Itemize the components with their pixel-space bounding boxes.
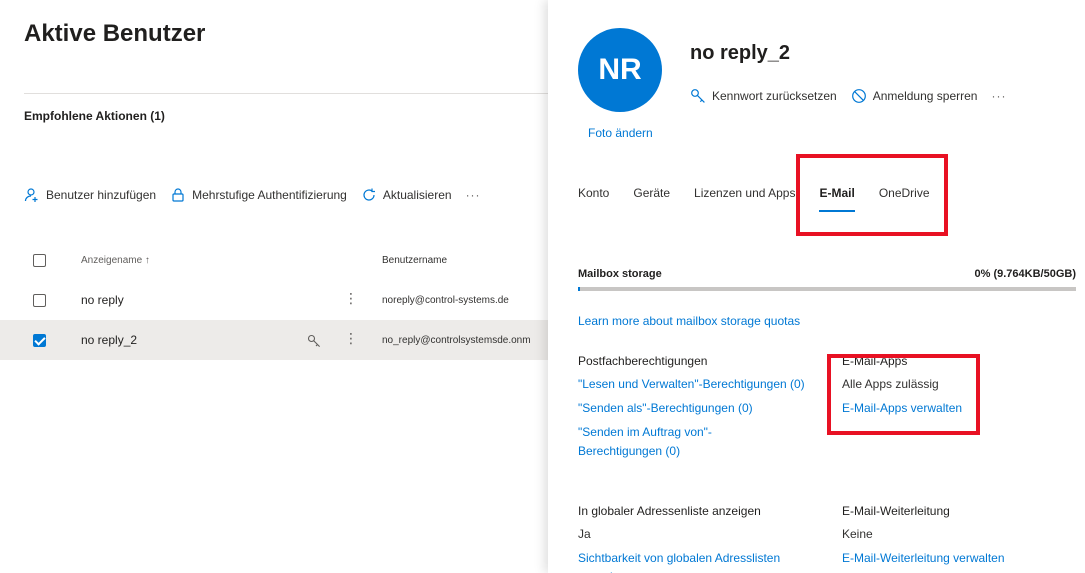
refresh-label: Aktualisieren [382, 188, 452, 202]
block-signin-label: Anmeldung sperren [872, 89, 978, 103]
gal-value: Ja [578, 527, 591, 541]
row-checkbox[interactable] [33, 293, 46, 307]
row-display-name[interactable]: no reply_2 [81, 333, 137, 347]
table-row[interactable]: no reply_2 ⋮ no_reply@controlsystemsde.o… [0, 320, 548, 360]
mailbox-permissions-section: Postfachberechtigungen "Lesen und Verwal… [578, 352, 818, 461]
mailbox-storage-label: Mailbox storage [578, 268, 662, 280]
divider [24, 93, 548, 94]
page-title: Aktive Benutzer [24, 20, 206, 47]
add-user-icon [24, 188, 38, 202]
learn-more-link[interactable]: Learn more about mailbox storage quotas [578, 314, 800, 328]
add-user-button[interactable]: Benutzer hinzufügen [24, 187, 156, 203]
manage-forwarding-link[interactable]: E-Mail-Weiterleitung verwalten [842, 549, 1062, 568]
change-photo-link[interactable]: Foto ändern [588, 126, 653, 140]
more-icon[interactable]: ··· [991, 89, 1006, 103]
mfa-label: Mehrstufige Authentifizierung [192, 188, 347, 202]
table-row[interactable]: no reply ⋮ noreply@control-systems.de [24, 280, 548, 320]
username-header[interactable]: Benutzername [382, 255, 447, 266]
key-icon[interactable] [307, 334, 321, 351]
forwarding-section: E-Mail-Weiterleitung Keine E-Mail-Weiter… [842, 502, 1062, 568]
mailbox-permissions-heading: Postfachberechtigungen [578, 354, 708, 368]
reset-password-button[interactable]: Kennwort zurücksetzen [690, 88, 837, 104]
gal-visibility-link[interactable]: Sichtbarkeit von globalen Adresslisten v… [578, 549, 818, 573]
block-signin-button[interactable]: Anmeldung sperren [851, 88, 978, 104]
more-icon[interactable]: ··· [466, 188, 481, 202]
users-table: Anzeigename ↑ Benutzername no reply ⋮ no… [0, 240, 548, 360]
block-icon [851, 89, 866, 103]
gal-section: In globaler Adressenliste anzeigen Ja Si… [578, 502, 818, 573]
row-username: no_reply@controlsystemsde.onm [382, 334, 531, 346]
select-all-checkbox[interactable] [33, 253, 46, 267]
row-more-icon[interactable]: ⋮ [344, 330, 358, 347]
user-display-name: no reply_2 [690, 42, 791, 64]
row-checkbox[interactable] [33, 333, 46, 347]
refresh-icon [363, 188, 375, 201]
row-display-name[interactable]: no reply [81, 293, 124, 307]
tab-geraete[interactable]: Geräte [633, 186, 670, 200]
recommended-actions[interactable]: Empfohlene Aktionen (1) [24, 109, 165, 123]
highlight-box-email-apps [827, 354, 980, 435]
highlight-box-email-tab [796, 154, 948, 236]
table-header: Anzeigename ↑ Benutzername [24, 240, 548, 280]
send-as-permissions-link[interactable]: "Senden als"-Berechtigungen (0) [578, 399, 818, 418]
lock-icon [172, 188, 184, 202]
tab-lizenzen[interactable]: Lizenzen und Apps [694, 186, 795, 200]
row-username: noreply@control-systems.de [382, 294, 509, 306]
avatar: NR [578, 28, 662, 112]
display-name-header[interactable]: Anzeigename ↑ [81, 255, 150, 266]
mailbox-storage-value: 0% (9.764KB/50GB) [974, 268, 1077, 280]
mfa-button[interactable]: Mehrstufige Authentifizierung [170, 187, 347, 203]
reset-password-label: Kennwort zurücksetzen [712, 89, 837, 103]
toolbar: Benutzer hinzufügen Mehrstufige Authenti… [24, 185, 481, 205]
gal-heading: In globaler Adressenliste anzeigen [578, 504, 761, 518]
send-on-behalf-permissions-link[interactable]: "Senden im Auftrag von"-Berechtigungen (… [578, 423, 748, 461]
user-actions: Kennwort zurücksetzen Anmeldung sperren … [690, 88, 1006, 104]
key-icon [691, 89, 705, 103]
refresh-button[interactable]: Aktualisieren [361, 187, 452, 203]
user-list-pane: Aktive Benutzer Empfohlene Aktionen (1) … [0, 0, 548, 573]
mailbox-storage-bar [578, 287, 1076, 291]
mailbox-storage-fill [578, 287, 580, 291]
add-user-label: Benutzer hinzufügen [46, 188, 157, 202]
forwarding-value: Keine [842, 527, 873, 541]
read-manage-permissions-link[interactable]: "Lesen und Verwalten"-Berechtigungen (0) [578, 375, 818, 394]
forwarding-heading: E-Mail-Weiterleitung [842, 504, 950, 518]
row-more-icon[interactable]: ⋮ [344, 290, 358, 307]
user-detail-panel: NR Foto ändern no reply_2 Kennwort zurüc… [548, 0, 1085, 573]
tab-konto[interactable]: Konto [578, 186, 609, 200]
